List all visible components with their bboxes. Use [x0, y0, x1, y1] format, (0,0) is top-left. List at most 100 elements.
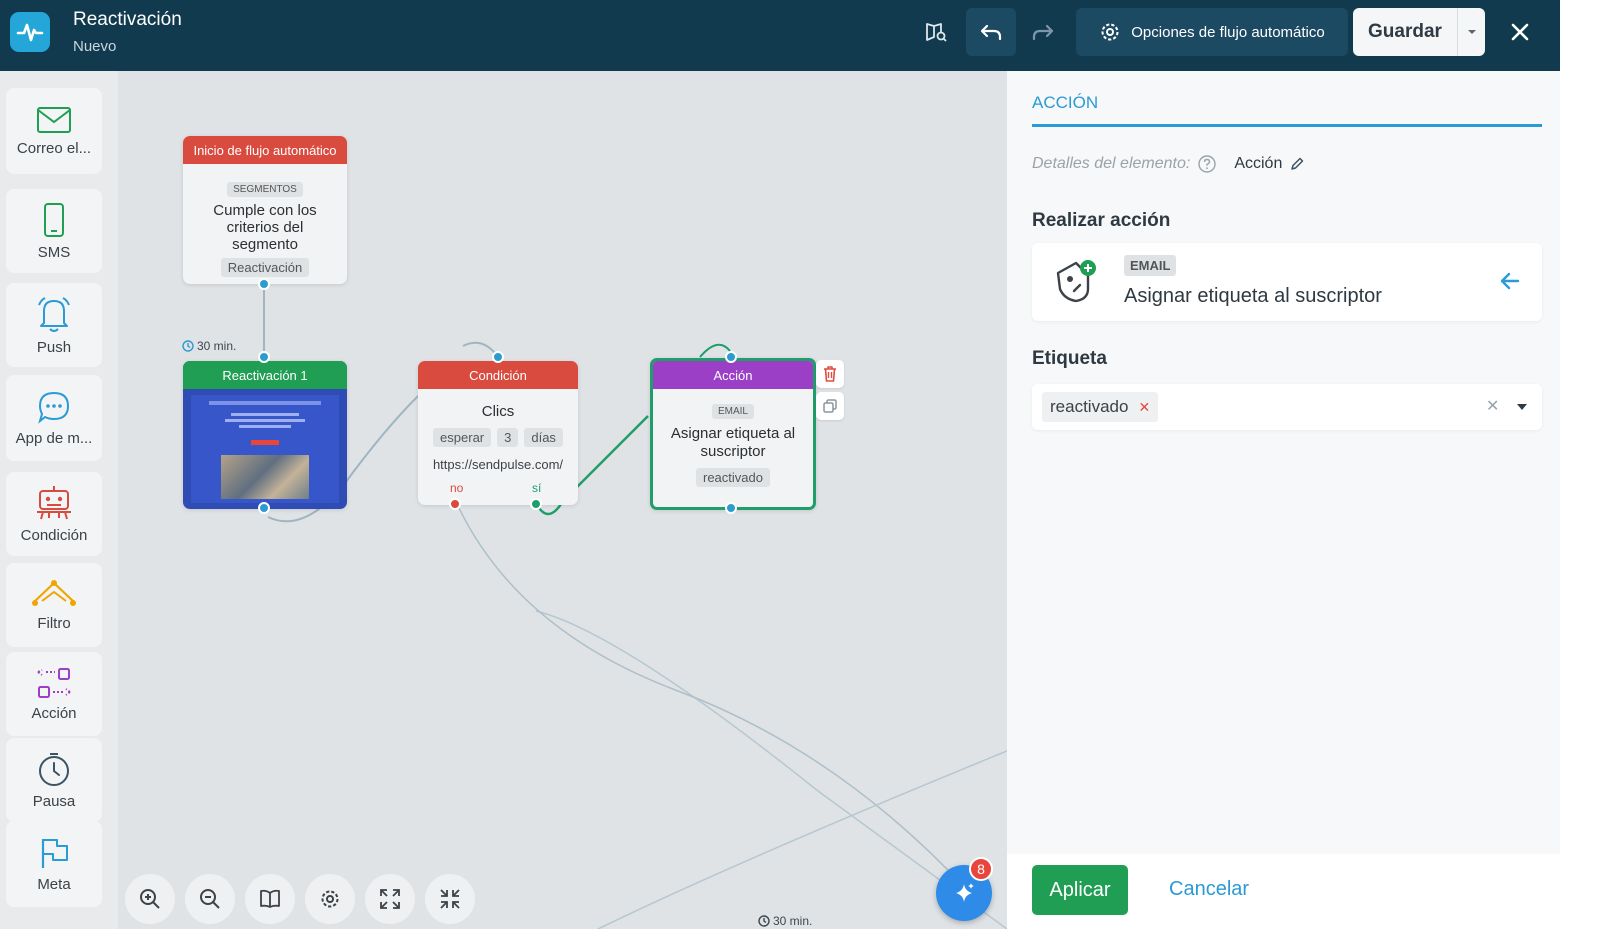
selected-tag-chip: reactivado ✕: [1042, 392, 1159, 422]
condition-no-port[interactable]: [449, 498, 461, 510]
trash-icon: [824, 366, 836, 382]
selected-action-card[interactable]: EMAIL Asignar etiqueta al suscriptor: [1032, 243, 1542, 321]
chevron-down-icon[interactable]: [1516, 403, 1528, 411]
auto-flow-options-label: Opciones de flujo automático: [1131, 23, 1325, 41]
pencil-icon[interactable]: [1290, 157, 1304, 171]
node-description: Asignar etiqueta al suscriptor: [670, 425, 796, 460]
expand-icon: [380, 889, 400, 909]
canvas-toolbar: [125, 874, 475, 924]
node-header: Condición: [418, 361, 578, 389]
auto-flow-options-button[interactable]: Opciones de flujo automático: [1076, 8, 1348, 56]
palette-item-goal[interactable]: Meta: [6, 821, 102, 907]
action-card-text: Asignar etiqueta al suscriptor: [1124, 285, 1382, 307]
save-button[interactable]: Guardar: [1353, 21, 1457, 43]
email-node-input-port[interactable]: [258, 351, 270, 363]
palette-item-action[interactable]: Acción: [6, 652, 102, 736]
palette-item-filter[interactable]: Filtro: [6, 563, 102, 647]
fit-to-screen-button[interactable]: [365, 874, 415, 924]
palette-item-label: SMS: [37, 243, 71, 261]
tab-underline: [1032, 124, 1542, 127]
start-node-output-port[interactable]: [258, 278, 270, 290]
undo-button[interactable]: [966, 8, 1016, 56]
app-logo-icon[interactable]: [10, 12, 50, 52]
clock-icon: [39, 752, 69, 786]
remove-tag-icon[interactable]: ✕: [1138, 399, 1150, 416]
palette-item-label: Pausa: [32, 792, 76, 810]
action-node-output-port[interactable]: [725, 502, 737, 514]
palette-item-label: Filtro: [37, 614, 71, 632]
save-dropdown-button[interactable]: [1457, 8, 1485, 56]
email-preview-thumbnail: [191, 395, 339, 503]
details-label: Detalles del elemento:: [1032, 155, 1191, 172]
email-node[interactable]: Reactivación 1: [183, 361, 347, 509]
help-icon[interactable]: [1198, 155, 1217, 173]
delete-node-button[interactable]: [816, 360, 844, 388]
flow-title[interactable]: Reactivación: [73, 9, 182, 31]
clear-icon[interactable]: ✕: [1486, 396, 1499, 416]
wait-label-text: 30 min.: [773, 914, 813, 928]
node-type-chip: EMAIL: [711, 404, 754, 419]
flow-canvas[interactable]: Inicio de flujo automático SEGMENTOS Cum…: [118, 71, 1007, 929]
cancel-button[interactable]: Cancelar: [1169, 878, 1249, 901]
phone-icon: [44, 202, 64, 237]
condition-yes-port[interactable]: [530, 498, 542, 510]
email-node-output-port[interactable]: [258, 502, 270, 514]
tag-add-icon: [1056, 260, 1096, 303]
palette-item-label: Meta: [37, 875, 71, 893]
clock-icon: [758, 915, 770, 927]
perform-action-title: Realizar acción: [1032, 210, 1171, 231]
guide-button[interactable]: [245, 874, 295, 924]
action-node-input-port[interactable]: [725, 351, 737, 363]
segment-chip: Reactivación: [220, 258, 310, 277]
palette-item-condition[interactable]: Condición: [6, 472, 102, 556]
close-icon: [1511, 23, 1529, 41]
palette-item-email[interactable]: Correo el...: [6, 88, 102, 174]
branch-no-label: no: [450, 481, 464, 495]
wait-unit-chip: días: [524, 428, 563, 447]
start-flow-node[interactable]: Inicio de flujo automático SEGMENTOS Cum…: [183, 136, 347, 284]
duplicate-node-button[interactable]: [816, 392, 844, 420]
book-map-button[interactable]: [914, 8, 958, 56]
notification-badge: 8: [969, 857, 993, 881]
palette-item-label: Acción: [31, 704, 77, 722]
palette-item-pause[interactable]: Pausa: [6, 738, 102, 822]
copy-icon: [823, 399, 837, 413]
condition-url: https://sendpulse.com/: [432, 457, 564, 472]
palette-item-messenger-app[interactable]: App de m...: [6, 375, 102, 461]
wait-label: 30 min.: [182, 339, 236, 353]
condition-node-input-port[interactable]: [492, 351, 504, 363]
node-type-chip: SEGMENTOS: [227, 182, 303, 197]
zoom-out-button[interactable]: [185, 874, 235, 924]
book-icon: [260, 889, 280, 908]
action-icon: [37, 667, 71, 698]
canvas-settings-button[interactable]: [305, 874, 355, 924]
close-button[interactable]: [1500, 8, 1540, 56]
chat-bubble-icon: [38, 391, 70, 424]
redo-button[interactable]: [1018, 8, 1068, 56]
palette-item-push[interactable]: Push: [6, 283, 102, 367]
action-node[interactable]: Acción EMAIL Asignar etiqueta al suscrip…: [650, 358, 816, 510]
tag-select-field[interactable]: reactivado ✕ ✕: [1032, 384, 1542, 430]
apply-button[interactable]: Aplicar: [1032, 865, 1128, 915]
envelope-icon: [37, 106, 71, 133]
chevron-down-icon: [1467, 30, 1476, 34]
branch-yes-label: sí: [532, 481, 542, 495]
filter-icon: [32, 579, 76, 606]
arrow-left-icon[interactable]: [1500, 272, 1520, 290]
condition-node[interactable]: Condición Clics esperar 3 días https://s…: [418, 361, 578, 505]
palette-item-sms[interactable]: SMS: [6, 189, 102, 273]
element-name[interactable]: Acción: [1234, 155, 1282, 173]
zoom-in-button[interactable]: [125, 874, 175, 924]
robot-icon: [37, 485, 71, 519]
gear-icon: [1101, 23, 1119, 41]
bell-icon: [38, 296, 70, 332]
palette-item-label: App de m...: [15, 429, 93, 447]
element-details-row: Detalles del elemento: Acción: [1032, 155, 1304, 173]
gear-icon: [321, 890, 339, 908]
action-type-chip: EMAIL: [1124, 255, 1177, 276]
collapse-button[interactable]: [425, 874, 475, 924]
tab-action[interactable]: ACCIÓN: [1032, 93, 1098, 113]
wait-label-bottom: 30 min.: [758, 914, 812, 928]
wait-chip: esperar: [433, 428, 492, 447]
node-header: Inicio de flujo automático: [183, 136, 347, 164]
